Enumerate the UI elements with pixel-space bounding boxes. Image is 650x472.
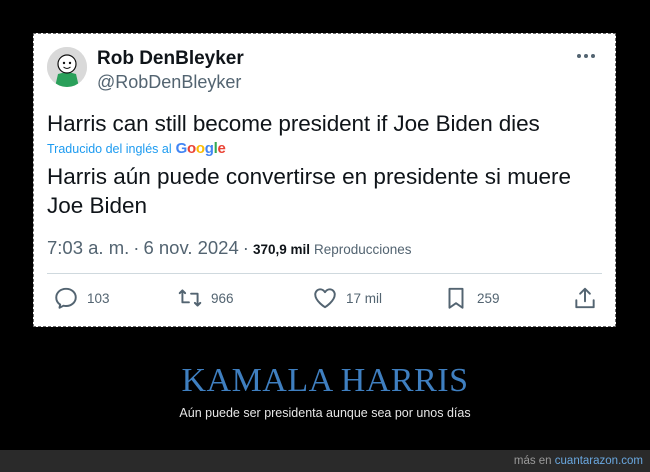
like-count: 17 mil xyxy=(346,290,383,306)
tweet-meta: 7:03 a. m. · 6 nov. 2024 · 370,9 mil Rep… xyxy=(47,237,412,259)
meta-separator: · xyxy=(133,237,140,258)
cyanide-happiness-avatar-icon xyxy=(47,47,87,87)
tweet-screenshot-frame: Rob DenBleyker @RobDenBleyker Harris can… xyxy=(33,33,616,327)
caption-subtitle: Aún puede ser presidenta aunque sea por … xyxy=(179,406,471,420)
views-count: 370,9 mil xyxy=(252,242,310,257)
tweet-text-original: Harris can still become president if Joe… xyxy=(47,111,540,136)
caption-title: KAMALA HARRIS xyxy=(181,362,469,399)
tweet-card: Rob DenBleyker @RobDenBleyker Harris can… xyxy=(34,34,615,326)
tweet-date[interactable]: 6 nov. 2024 xyxy=(143,237,238,259)
share-button[interactable] xyxy=(572,285,598,311)
author-name[interactable]: Rob DenBleyker xyxy=(97,48,244,70)
bookmark-count: 259 xyxy=(477,290,500,306)
bookmark-button[interactable]: 259 xyxy=(443,285,500,311)
heart-icon xyxy=(314,288,336,309)
site-footer: más en cuantarazon.com xyxy=(0,450,650,472)
actions-divider xyxy=(47,273,602,274)
translation-label: Traducido del inglés al xyxy=(47,142,172,156)
like-button[interactable]: 17 mil xyxy=(312,285,382,311)
share-icon xyxy=(575,287,595,309)
reply-count: 103 xyxy=(87,290,110,306)
retweet-count: 966 xyxy=(211,290,234,306)
views-label: Reproducciones xyxy=(313,242,412,257)
translation-notice[interactable]: Traducido del inglés al Google xyxy=(47,140,226,157)
reply-button[interactable]: 103 xyxy=(53,285,110,311)
footer-prefix: más en xyxy=(513,455,552,467)
google-logo: Google xyxy=(175,140,226,157)
footer-site-link[interactable]: cuantarazon.com xyxy=(555,455,643,467)
author-avatar[interactable] xyxy=(47,47,87,87)
author-handle[interactable]: @RobDenBleyker xyxy=(97,72,241,93)
reply-icon xyxy=(55,287,77,309)
bookmark-icon xyxy=(448,287,464,309)
tweet-time[interactable]: 7:03 a. m. xyxy=(47,237,129,259)
more-dots-icon[interactable] xyxy=(577,50,599,62)
retweet-button[interactable]: 966 xyxy=(177,285,234,311)
meta-separator: · xyxy=(242,237,249,258)
retweet-icon xyxy=(178,289,202,307)
tweet-text-translated: Harris aún puede convertirse en presiden… xyxy=(47,164,572,218)
